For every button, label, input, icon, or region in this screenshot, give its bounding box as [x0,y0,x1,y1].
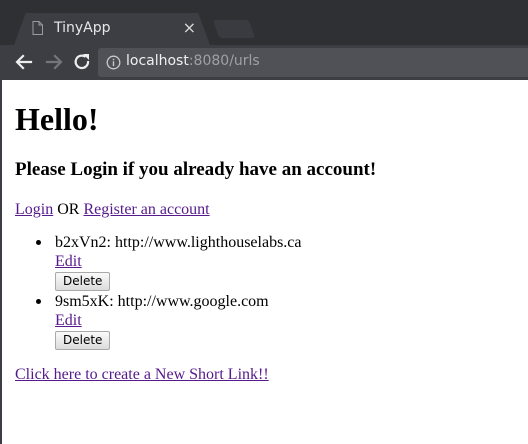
close-tab-icon[interactable]: × [183,18,196,38]
tab-tinyapp[interactable]: TinyApp × [14,13,210,45]
url-text: localhost:8080/urls [126,53,260,69]
browser-window: TinyApp × localhost:8080/urls Hello! Ple… [0,0,528,444]
reload-icon[interactable] [72,52,92,72]
edit-link[interactable]: Edit [55,312,82,329]
back-arrow-icon[interactable] [14,52,34,72]
new-tab-button[interactable] [212,20,256,38]
short-url-entry: 9sm5xK: http://www.google.com [55,293,269,310]
auth-links: Login OR Register an account [15,200,210,220]
page-heading: Hello! [15,101,99,137]
window-edge [0,80,2,444]
list-item: 9sm5xK: http://www.google.com Edit Delet… [15,292,302,350]
or-text: OR [53,201,84,218]
login-prompt: Please Login if you already have an acco… [15,159,377,180]
url-list: b2xVn2: http://www.lighthouselabs.ca Edi… [15,233,302,350]
list-item: b2xVn2: http://www.lighthouselabs.ca Edi… [15,233,302,291]
browser-toolbar: localhost:8080/urls [0,45,528,80]
info-icon[interactable] [106,55,121,70]
login-link[interactable]: Login [15,201,53,218]
tab-strip: TinyApp × [0,0,528,45]
short-url-entry: b2xVn2: http://www.lighthouselabs.ca [55,234,302,251]
page-icon [32,21,43,35]
delete-button[interactable]: Delete [55,272,111,291]
forward-arrow-icon[interactable] [44,52,64,72]
page-content: Hello! Please Login if you already have … [0,80,528,444]
edit-link[interactable]: Edit [55,253,82,270]
tab-title: TinyApp [54,20,111,36]
register-link[interactable]: Register an account [83,201,209,218]
url-path: :8080/urls [188,53,260,69]
bullet [36,240,41,245]
url-host: localhost [126,53,189,69]
bullet [36,299,41,304]
delete-button[interactable]: Delete [55,331,111,350]
address-bar[interactable]: localhost:8080/urls [98,48,528,77]
create-short-link[interactable]: Click here to create a New Short Link!! [15,365,269,385]
